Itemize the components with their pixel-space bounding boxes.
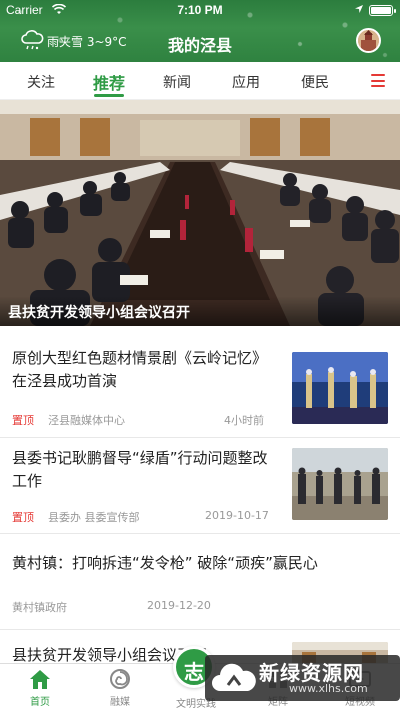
home-icon (30, 670, 50, 689)
news-item[interactable]: 原创大型红色题材情景剧《云岭记忆》在泾县成功首演 置顶 泾县融媒体中心 4小时前 (0, 338, 400, 438)
news-source: 黄村镇政府 (12, 601, 67, 614)
nav-label: 融媒 (110, 697, 130, 708)
avatar-image (358, 30, 379, 51)
news-title: 原创大型红色题材情景剧《云岭记忆》在泾县成功首演 (12, 349, 268, 390)
tab-services[interactable]: 便民 (301, 72, 329, 92)
menu-icon[interactable] (371, 74, 385, 87)
nav-home[interactable]: 首页 (10, 664, 70, 710)
app-header: Carrier 7:10 PM 雨夹雪 3~9°C 我的泾县 (0, 0, 400, 62)
watermark-url: www.xlhs.com (289, 682, 368, 695)
pinned-tag: 置顶 (12, 511, 34, 524)
tab-news[interactable]: 新闻 (163, 72, 191, 92)
cloud-logo-icon (212, 663, 256, 691)
page-title: 我的泾县 (167, 36, 232, 55)
tab-follow[interactable]: 关注 (27, 72, 55, 92)
news-thumbnail (292, 352, 388, 424)
location-arrow-icon (355, 5, 363, 13)
news-time: 4小时前 (224, 414, 264, 427)
hero-banner[interactable]: 县扶贫开发领导小组会议召开 (0, 100, 400, 326)
news-thumbnail (292, 448, 388, 520)
status-bar: Carrier 7:10 PM (0, 0, 400, 20)
active-tab-indicator (94, 94, 124, 97)
news-item[interactable]: 黄村镇：打响拆违“发令枪” 破除“顽疾”赢民心 黄村镇政府 2019-12-20 (0, 534, 400, 630)
news-title: 黄村镇：打响拆违“发令枪” 破除“顽疾”赢民心 (12, 554, 318, 572)
nav-media[interactable]: 融媒 (90, 664, 150, 710)
news-time: 2019-10-17 (205, 509, 269, 522)
news-source: 县委办 县委宣传部 (48, 511, 140, 524)
tab-apps[interactable]: 应用 (232, 72, 260, 92)
status-time: 7:10 PM (177, 3, 223, 17)
tab-recommend[interactable]: 推荐 (93, 70, 125, 94)
news-meta: 置顶 泾县融媒体中心 4小时前 (12, 412, 282, 428)
battery-icon (369, 5, 396, 16)
news-source: 泾县融媒体中心 (48, 414, 125, 427)
news-title: 县委书记耿鹏督导“绿盾”行动问题整改工作 (12, 449, 268, 490)
news-time: 2019-12-20 (147, 599, 211, 612)
avatar[interactable] (356, 28, 381, 53)
news-meta: 置顶 县委办 县委宣传部 2019-10-17 (12, 509, 282, 525)
news-item[interactable]: 县委书记耿鹏督导“绿盾”行动问题整改工作 置顶 县委办 县委宣传部 2019-1… (0, 438, 400, 534)
pinned-tag: 置顶 (12, 414, 34, 427)
watermark: 新绿资源网 www.xlhs.com (205, 655, 400, 701)
nav-label: 首页 (30, 697, 50, 708)
meeting-photo (0, 100, 400, 326)
swirl-icon (110, 669, 130, 689)
news-meta: 黄村镇政府 2019-12-20 (12, 599, 282, 615)
hero-caption: 县扶贫开发领导小组会议召开 (0, 296, 400, 326)
channel-tabs: 关注 推荐 新闻 应用 便民 (0, 62, 400, 100)
